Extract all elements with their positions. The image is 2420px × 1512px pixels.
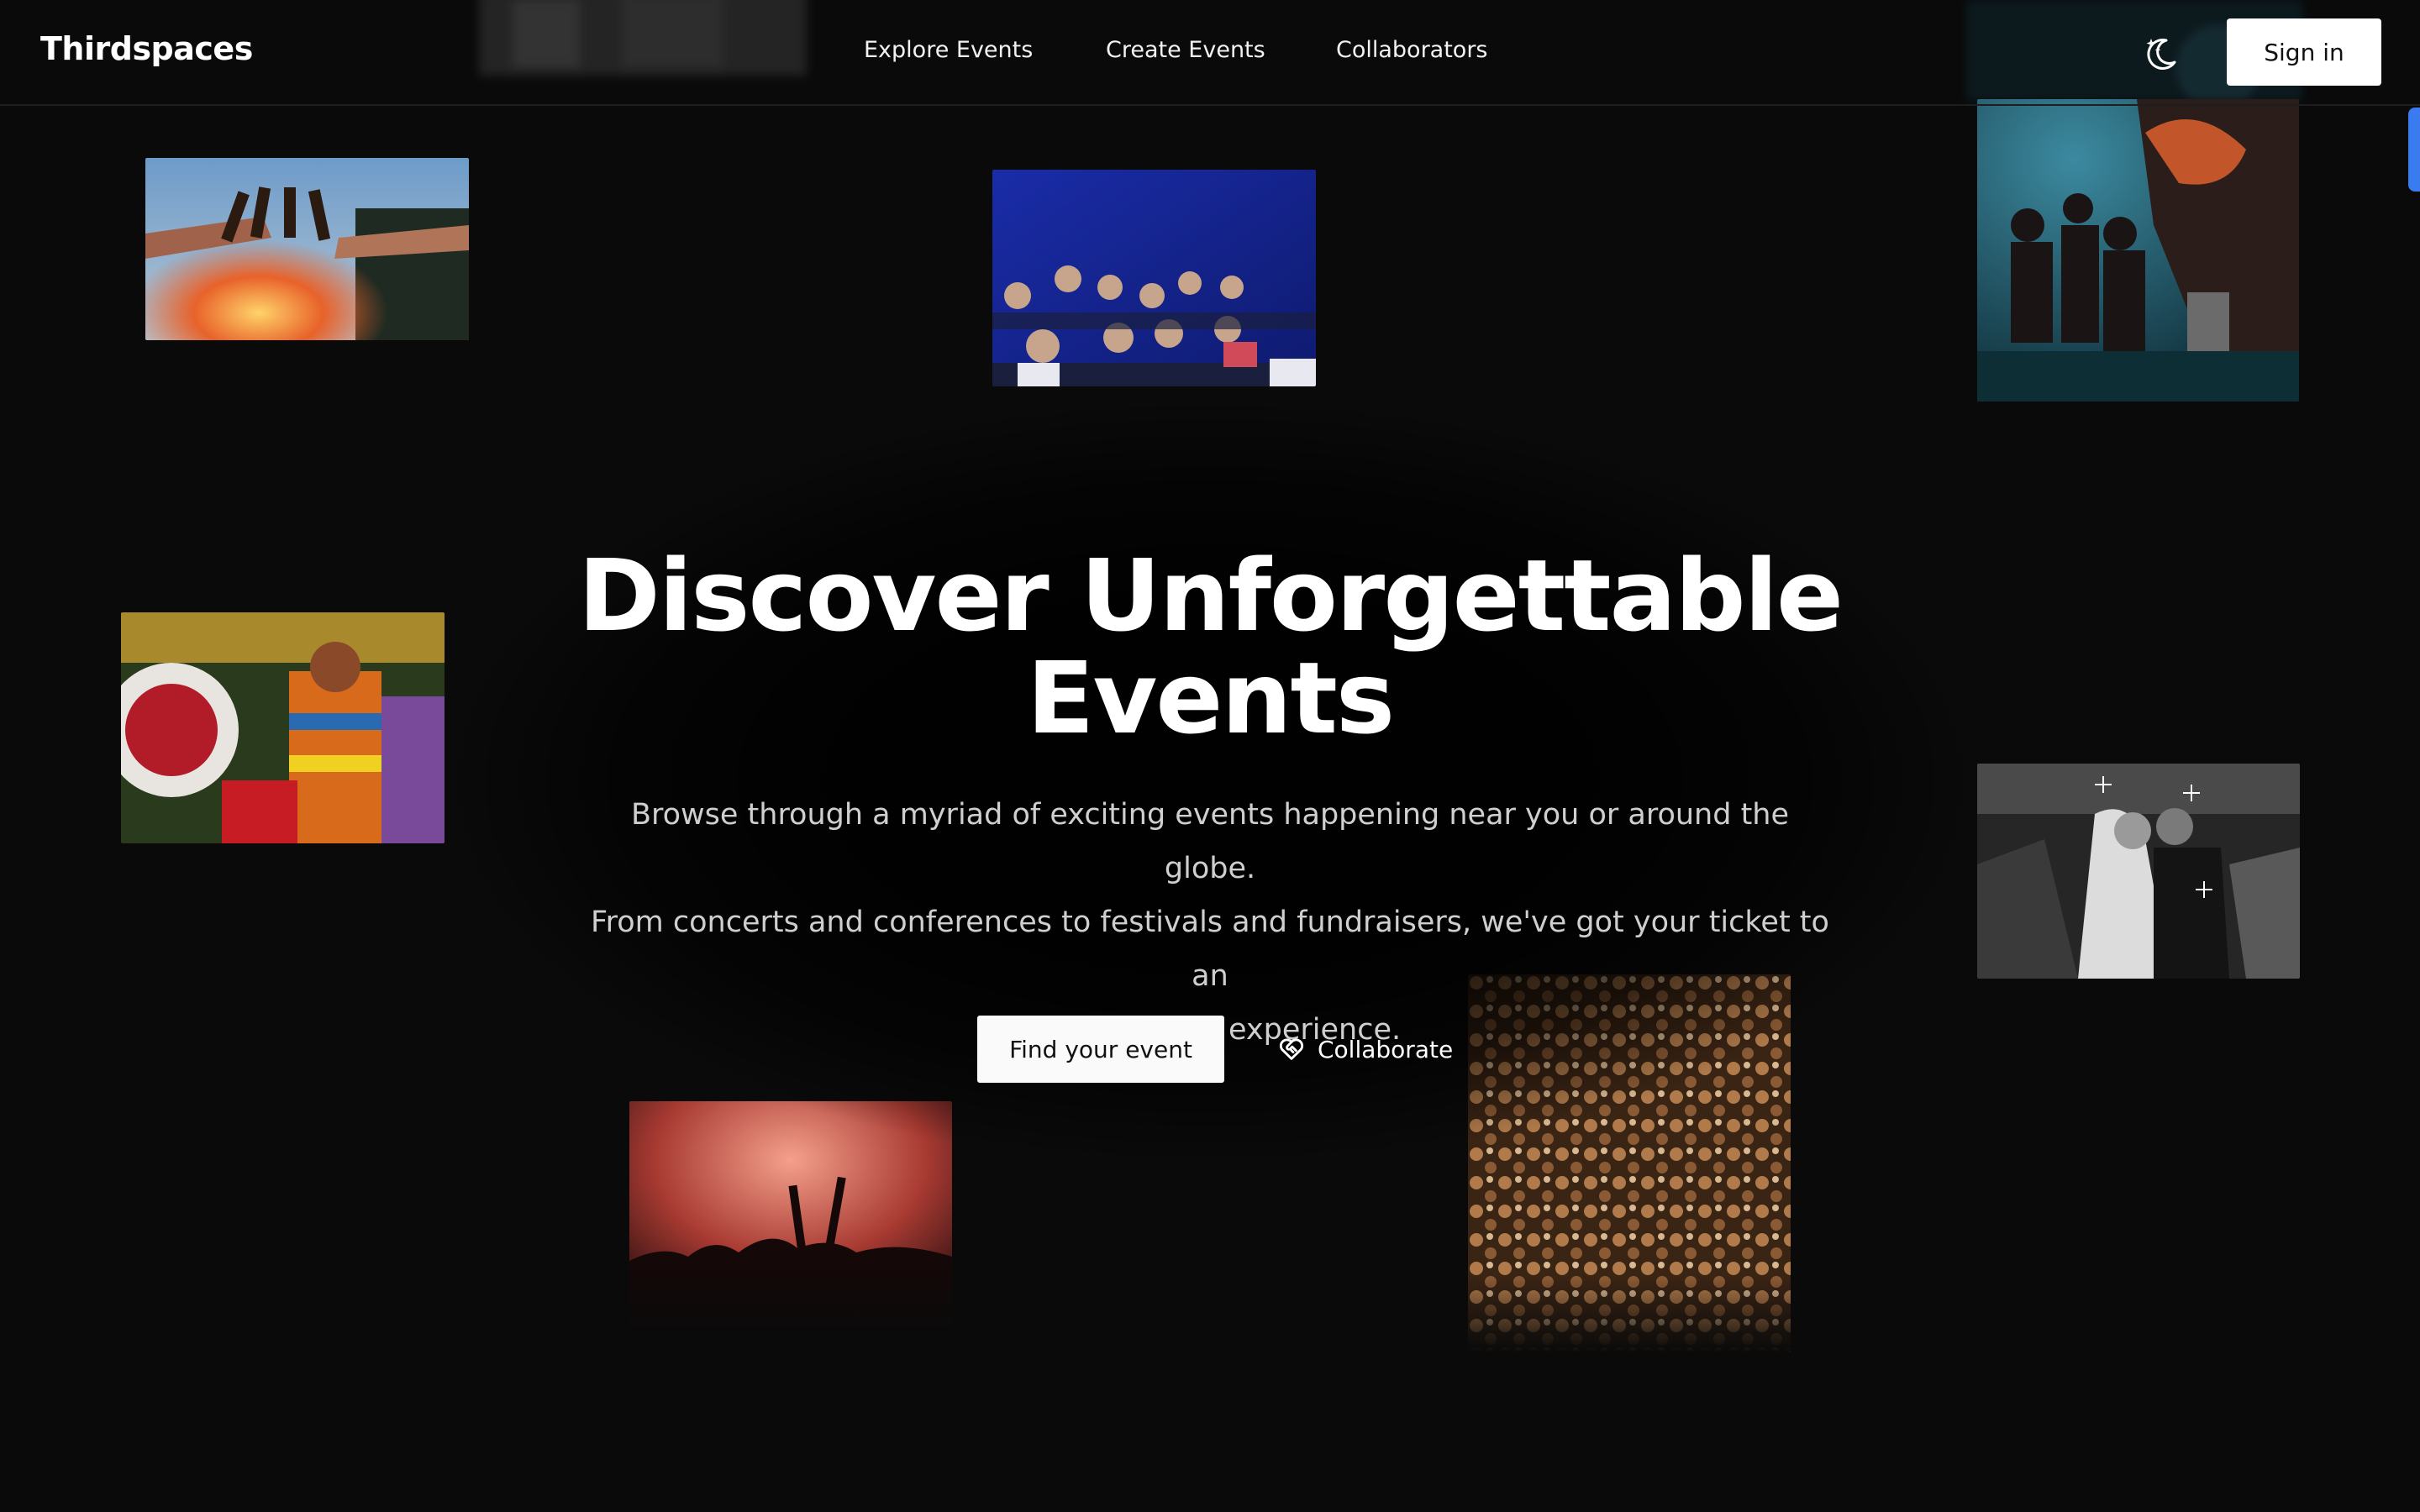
event-photo-cultural-festival [121,612,445,843]
nav-collaborators[interactable]: Collaborators [1336,37,1488,63]
collaborate-button[interactable]: Collaborate [1260,1016,1470,1083]
nav-create-events[interactable]: Create Events [1106,37,1265,63]
side-feedback-tab[interactable] [2408,108,2420,192]
collaborate-label: Collaborate [1318,1035,1454,1063]
hero-subtitle-line-2: From concerts and conferences to festiva… [591,906,1829,993]
event-photo-campfire-toast [145,158,469,340]
hero-subtitle-line-1: Browse through a myriad of exciting even… [630,798,1790,885]
brand-logo[interactable]: Thirdspaces [40,30,253,67]
hero-title: Discover Unforgettable Events [538,544,1882,749]
event-photo-nightclub-dance [1977,99,2299,402]
find-your-event-button[interactable]: Find your event [977,1016,1224,1083]
event-photo-wedding-sparklers [1977,764,2300,979]
theme-toggle-button[interactable] [2141,34,2181,74]
hero-title-line-1: Discover Unforgettable [577,538,1844,654]
hero-title-line-2: Events [1026,640,1395,756]
sign-in-button[interactable]: Sign in [2227,18,2381,86]
event-photo-cinema-audience [992,170,1316,386]
nav-explore-events[interactable]: Explore Events [864,37,1033,63]
heart-handshake-icon [1279,1038,1304,1060]
moon-stars-icon [2146,39,2176,70]
top-navbar: Thirdspaces Explore Events Create Events… [0,0,2420,106]
